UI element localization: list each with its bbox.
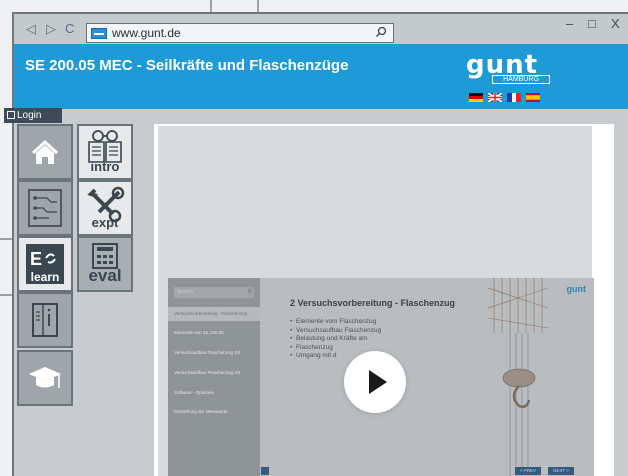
eval-button[interactable]: eval [77, 236, 133, 292]
slide-bullet: Belastung und Kräfte am [290, 335, 381, 344]
graduation-cap-icon [29, 367, 61, 388]
forward-button[interactable]: ▷ [46, 22, 56, 36]
user-icon [7, 111, 15, 119]
slide-expand-icon [261, 467, 269, 475]
close-button[interactable]: X [611, 16, 620, 31]
expt-label: expt [91, 215, 119, 230]
search-icon[interactable] [375, 26, 387, 41]
slide-nav-item: Software - Optionen [174, 390, 215, 395]
slide-sidebar: Search ⚲ Versuchsvorbereitung - Flaschen… [168, 278, 260, 476]
slide-next-button: NEXT > [548, 467, 574, 475]
slide-nav-item: Versuchsaufbau Flaschenzug 2/4 [174, 370, 241, 375]
url-text: www.gunt.de [112, 26, 181, 40]
login-button[interactable]: Login [4, 108, 62, 123]
slide-search-field: Search ⚲ [174, 287, 254, 298]
flag-fr-icon[interactable] [507, 93, 521, 102]
reload-button[interactable]: C [65, 22, 74, 36]
slide-nav-item: Darstellung der Messwerte [174, 409, 228, 414]
back-button[interactable]: ◁ [26, 22, 36, 36]
logo-wordmark: gunt [466, 50, 539, 80]
learn-button[interactable]: E learn [17, 236, 73, 292]
circuit-board-icon [28, 189, 62, 227]
slide-nav-item: Versuchsvorbereitung - Flaschenzug [168, 307, 260, 321]
slide-main: 2 Versuchsvorbereitung - Flaschenzug Ele… [260, 278, 594, 476]
flag-de-icon[interactable] [469, 93, 483, 102]
background-line [257, 0, 259, 12]
course-button[interactable] [17, 350, 73, 406]
learn-label: learn [30, 270, 60, 284]
search-icon: ⚲ [247, 289, 252, 295]
flag-es-icon[interactable] [526, 93, 540, 102]
address-bar[interactable]: www.gunt.de [86, 23, 394, 43]
play-icon [369, 370, 387, 394]
page-header: SE 200.05 MEC - Seilkräfte und Flaschenz… [14, 44, 628, 109]
manual-button[interactable] [17, 292, 73, 348]
slide-title: 2 Versuchsvorbereitung - Flaschenzug [290, 298, 456, 308]
slide-brand-logo: gunt [566, 284, 587, 294]
slide-prev-button: < PREV [515, 467, 541, 475]
gunt-logo[interactable]: gunt HAMBURG [466, 50, 550, 84]
slide-nav-item: Elemente von SE 200.05 [174, 330, 224, 335]
circuit-button[interactable] [17, 180, 73, 236]
background-line [210, 0, 212, 12]
content-panel: Search ⚲ Versuchsvorbereitung - Flaschen… [154, 124, 614, 476]
expt-button[interactable]: expt [77, 180, 133, 236]
svg-text:E: E [30, 249, 42, 269]
intro-label: intro [90, 159, 120, 174]
intro-button[interactable]: intro [77, 124, 133, 180]
pulley-hook-illustration [488, 278, 549, 476]
flag-en-icon[interactable] [488, 93, 502, 102]
language-selector [469, 93, 540, 102]
slide-search-placeholder: Search [177, 289, 193, 295]
slide-bullet: Elemente vom Flaschenzug [290, 318, 381, 327]
maximize-button[interactable]: □ [588, 16, 596, 31]
site-favicon-icon [91, 27, 107, 39]
slide-nav-item: Versuchsaufbau Flaschenzug 1/4 [174, 350, 241, 355]
video-player[interactable]: Search ⚲ Versuchsvorbereitung - Flaschen… [158, 126, 594, 476]
logo-subtitle: HAMBURG [492, 75, 550, 84]
home-button[interactable] [17, 124, 73, 180]
browser-toolbar: ◁ ▷ C www.gunt.de – □ X [14, 14, 628, 44]
home-icon [31, 139, 59, 164]
minimize-button[interactable]: – [566, 16, 573, 31]
slide-bullet: Versuchsaufbau Flaschenzug [290, 327, 381, 336]
manual-book-icon [32, 303, 58, 337]
login-label: Login [17, 110, 42, 121]
play-button[interactable] [344, 351, 406, 413]
eval-label: eval [88, 266, 122, 285]
page-title: SE 200.05 MEC - Seilkräfte und Flaschenz… [25, 57, 349, 74]
